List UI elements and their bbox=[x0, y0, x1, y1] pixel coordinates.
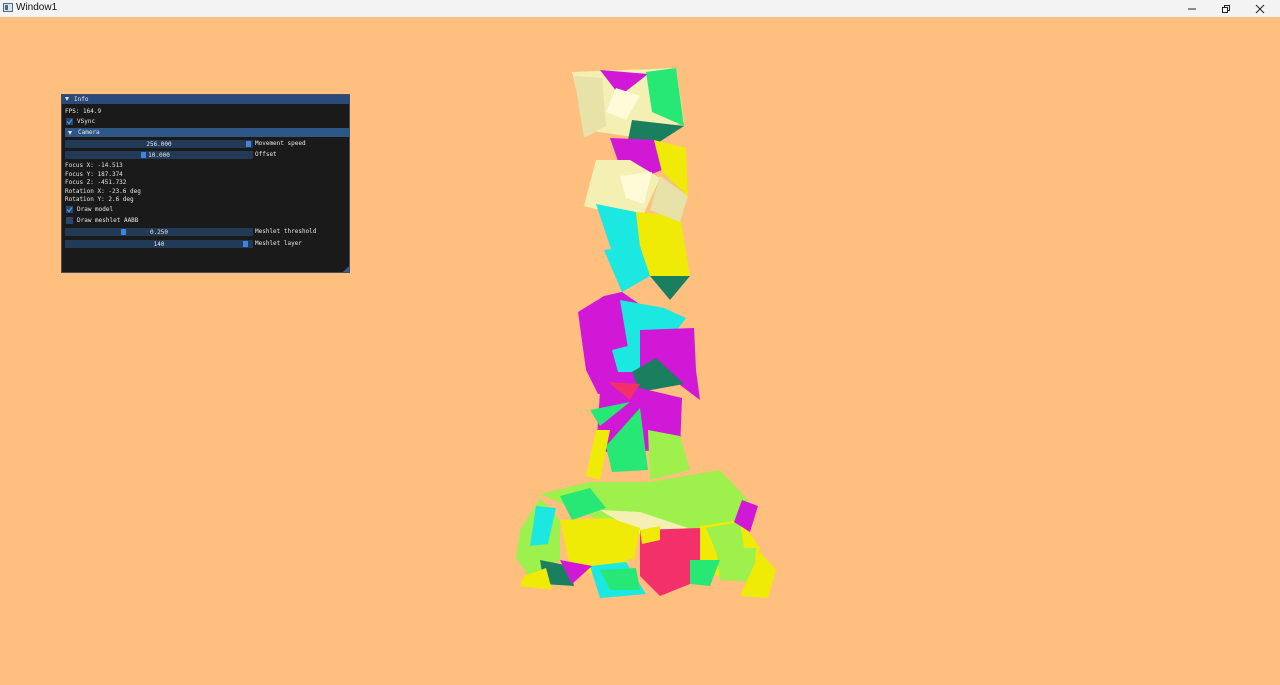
focus-y-readout: Focus Y: 187.374 bbox=[65, 171, 123, 178]
movement-speed-value: 256.000 bbox=[146, 141, 172, 148]
title-bar: Window1 bbox=[0, 0, 1280, 17]
collapse-arrow-icon bbox=[68, 130, 72, 135]
movement-speed-slider[interactable]: 256.000 bbox=[65, 140, 253, 148]
rotation-x-readout: Rotation X: -23.6 deg bbox=[65, 188, 141, 195]
meshlet-threshold-value: 0.250 bbox=[149, 229, 169, 236]
rotation-y-readout: Rotation Y: 2.6 deg bbox=[65, 196, 134, 203]
meshlet-threshold-slider[interactable]: 0.250 bbox=[65, 228, 253, 236]
info-panel-title: Info bbox=[74, 96, 89, 103]
checkmark-icon bbox=[66, 119, 73, 125]
render-viewport[interactable]: Info FPS: 164.9 VSync Camera 256.000 Mov… bbox=[0, 17, 1280, 685]
meshlet-layer-label: Meshlet layer bbox=[255, 240, 302, 247]
window-title: Window1 bbox=[16, 2, 58, 13]
meshlet-threshold-label: Meshlet threshold bbox=[255, 228, 317, 235]
info-panel[interactable]: Info FPS: 164.9 VSync Camera 256.000 Mov… bbox=[61, 94, 350, 273]
minimize-button[interactable] bbox=[1175, 0, 1209, 17]
camera-section-title: Camera bbox=[78, 129, 100, 136]
restore-icon bbox=[1222, 4, 1230, 13]
fps-readout: FPS: 164.9 bbox=[65, 108, 102, 115]
draw-meshlet-aabb-label: Draw meshlet AABB bbox=[77, 217, 139, 224]
draw-model-label: Draw model bbox=[77, 206, 114, 213]
resize-grip[interactable] bbox=[343, 266, 349, 272]
info-panel-header[interactable]: Info bbox=[62, 95, 349, 104]
minimize-icon bbox=[1188, 8, 1196, 9]
app-window-icon bbox=[3, 3, 13, 12]
offset-slider[interactable]: 10.000 bbox=[65, 151, 253, 159]
restore-button[interactable] bbox=[1209, 0, 1243, 17]
collapse-arrow-icon bbox=[65, 97, 69, 101]
vsync-checkbox[interactable] bbox=[66, 118, 73, 125]
draw-meshlet-aabb-checkbox[interactable] bbox=[66, 217, 73, 224]
focus-z-readout: Focus Z: -451.732 bbox=[65, 179, 127, 186]
focus-x-readout: Focus X: -14.513 bbox=[65, 162, 123, 169]
meshlet-layer-value: 140 bbox=[153, 241, 165, 248]
vsync-label: VSync bbox=[77, 118, 96, 125]
offset-label: Offset bbox=[255, 151, 277, 158]
offset-value: 10.000 bbox=[148, 152, 170, 159]
close-button[interactable] bbox=[1243, 0, 1277, 17]
meshlet-layer-slider[interactable]: 140 bbox=[65, 240, 253, 248]
camera-section-header[interactable]: Camera bbox=[65, 128, 349, 137]
draw-model-checkbox[interactable] bbox=[66, 206, 73, 213]
movement-speed-label: Movement speed bbox=[255, 140, 306, 147]
checkmark-icon bbox=[66, 207, 73, 213]
close-icon bbox=[1255, 4, 1265, 13]
